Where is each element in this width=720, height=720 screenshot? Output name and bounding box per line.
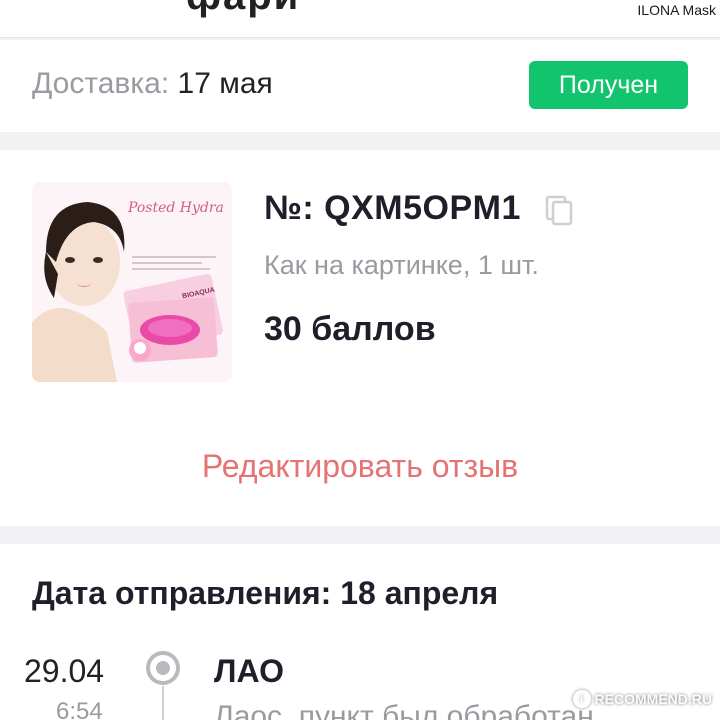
delivery-date: 17 мая (177, 67, 273, 100)
brand-label: ILONA Mask (637, 2, 716, 18)
timeline-dot-icon (146, 651, 180, 685)
top-bar: фари ILONA Mask (0, 0, 720, 38)
product-price: 30 баллов (264, 310, 436, 348)
watermark: i RECOMMEND.RU (572, 688, 712, 710)
watermark-text: RECOMMEND.RU (594, 691, 712, 707)
delivery-label: Доставка: (32, 67, 170, 100)
edit-review-button[interactable]: Редактировать отзыв (0, 448, 720, 485)
watermark-logo-icon: i (572, 690, 591, 708)
image-caption: Posted Hydra (128, 200, 224, 216)
product-variant: Как на картинке, 1 шт. (264, 250, 539, 280)
dispatch-date: Дата отправления: 18 апреля (32, 575, 499, 611)
timeline-line (162, 686, 164, 720)
timeline-time: 6:54 (56, 698, 103, 720)
order-details-screen: фари ILONA Mask Доставка: 17 мая Получен (0, 0, 720, 720)
order-number: №: QXM5OPM1 (264, 189, 521, 227)
product-image[interactable]: Posted Hydra BIOAQUA (32, 182, 232, 382)
delivery-info: Доставка: 17 мая (32, 67, 273, 101)
page-title: фари (186, 0, 300, 19)
timeline-event: ЛАО (214, 653, 285, 689)
timeline-date: 29.04 (24, 653, 105, 689)
timeline-description: Лаос, пункт был обработан (214, 700, 594, 720)
copy-icon[interactable] (543, 194, 575, 226)
status-badge: Получен (529, 61, 688, 109)
